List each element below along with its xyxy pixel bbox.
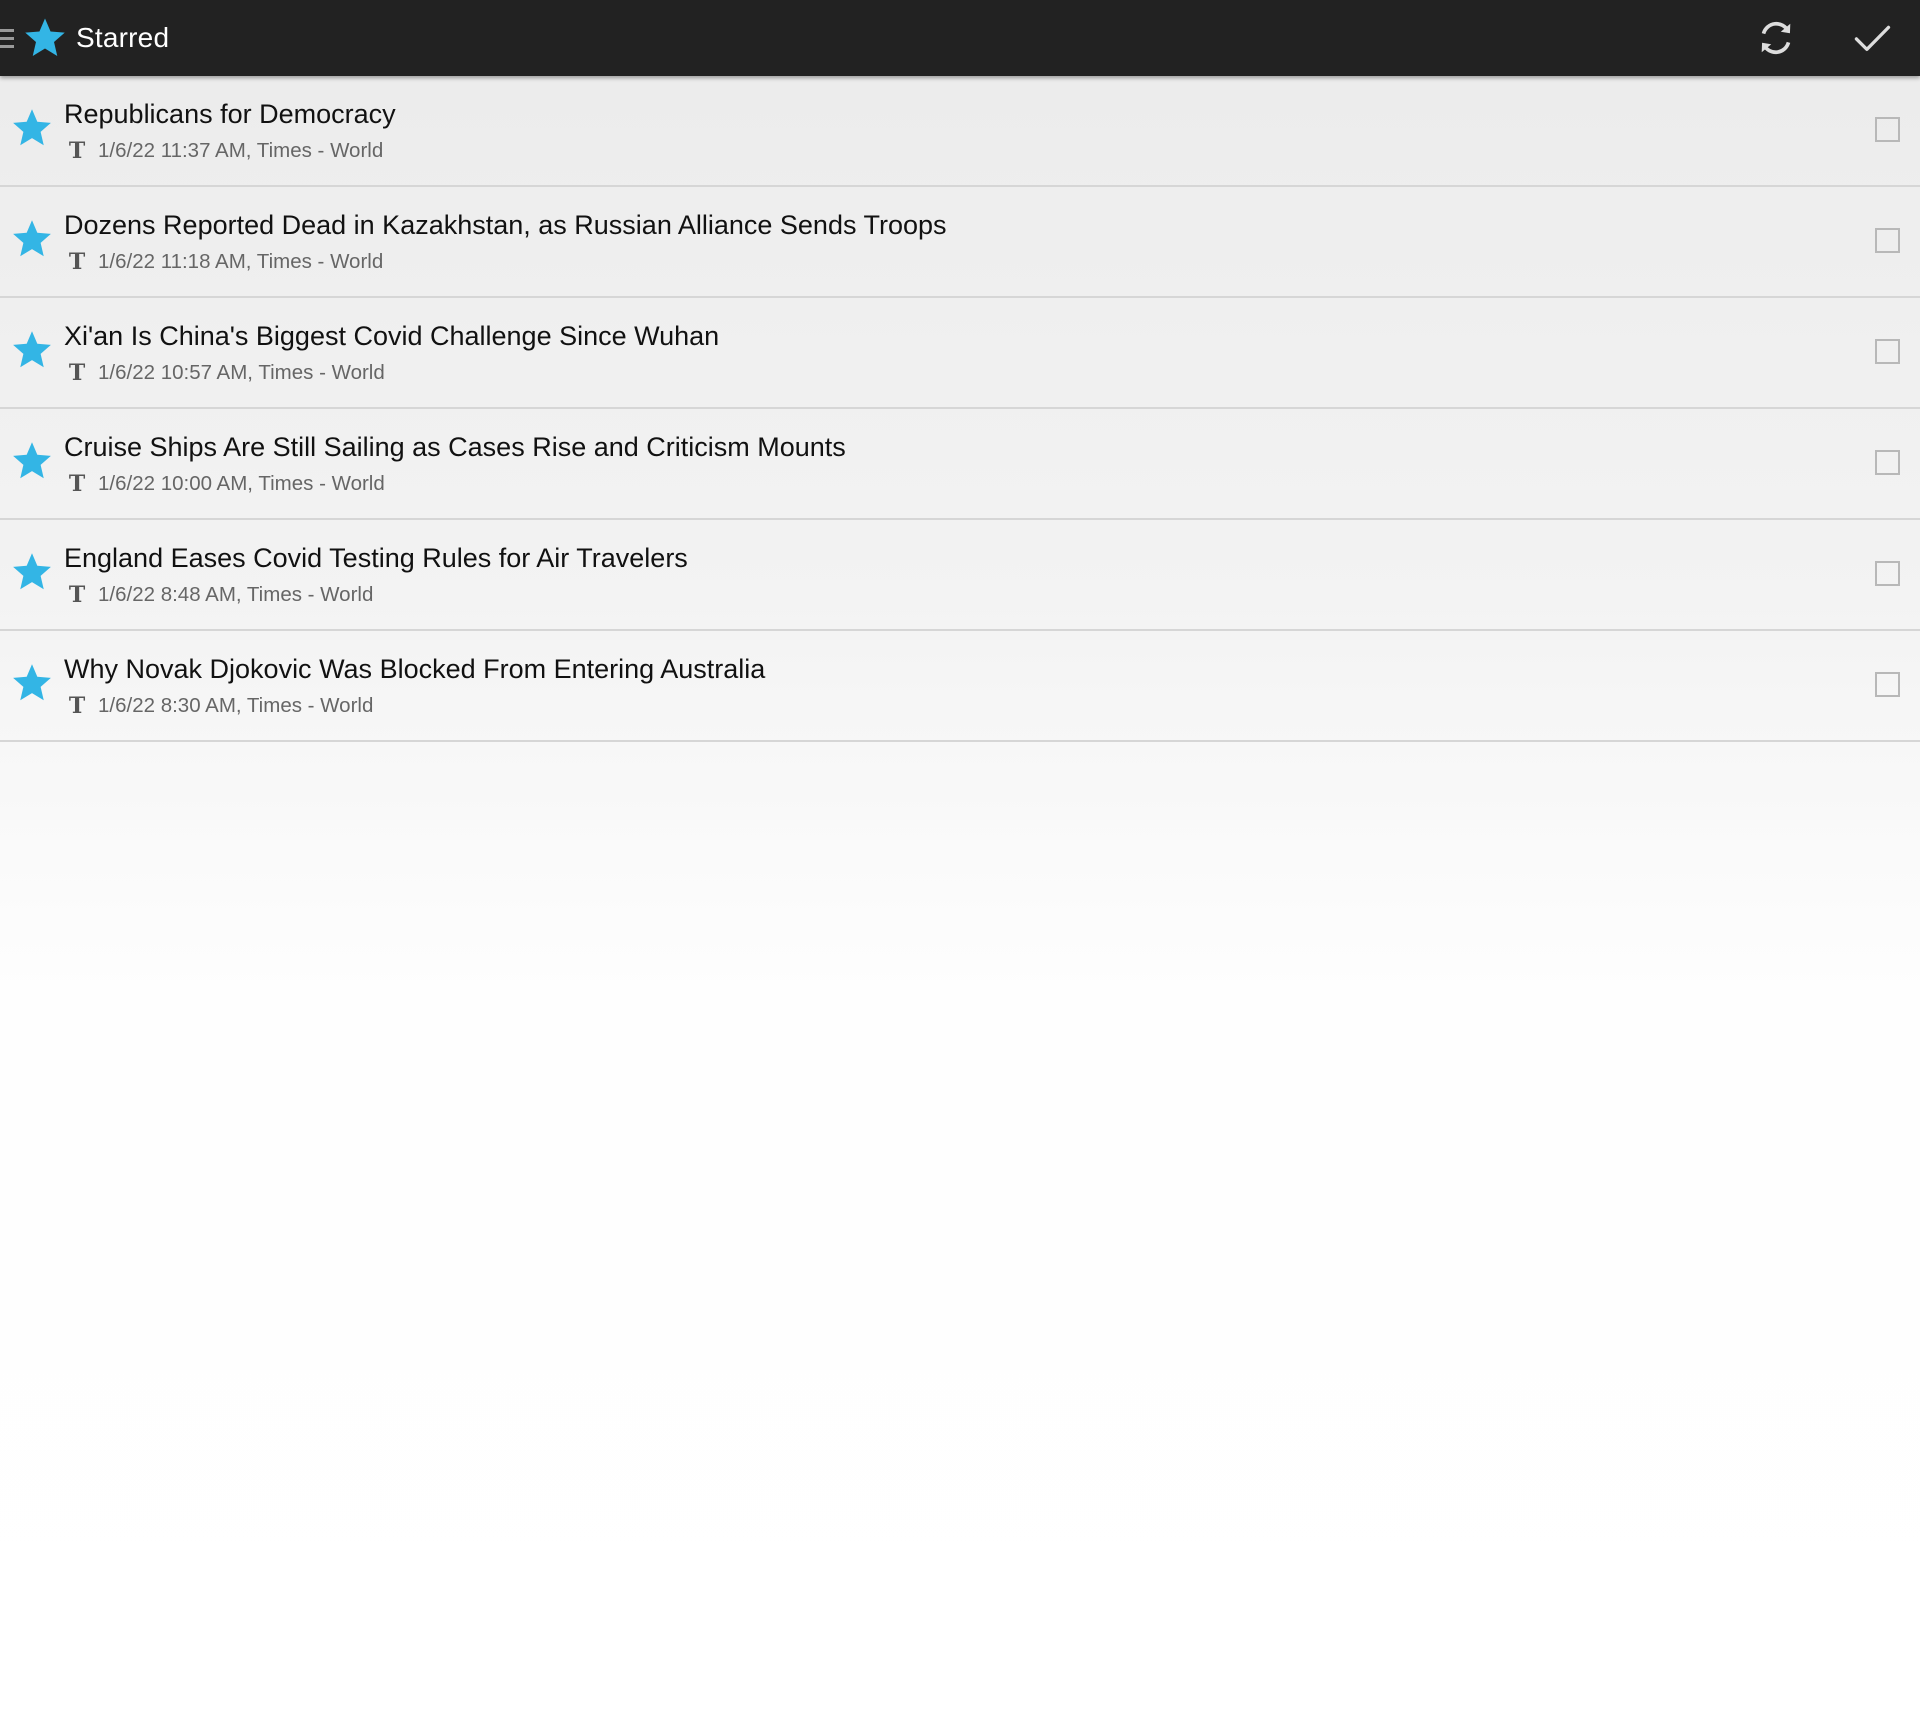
- article-meta: T 1/6/22 11:37 AM, Times - World: [66, 139, 383, 163]
- action-bar: Starred: [0, 0, 1920, 76]
- article-meta: T 1/6/22 8:48 AM, Times - World: [66, 582, 374, 608]
- refresh-button[interactable]: [1728, 0, 1824, 76]
- feed-icon: T: [68, 693, 86, 719]
- feed-icon: T: [68, 471, 86, 497]
- select-checkbox[interactable]: [1875, 228, 1900, 253]
- page-title: Starred: [76, 22, 170, 53]
- article-date-source: 1/6/22 11:18 AM, Times - World: [98, 250, 384, 273]
- star-icon[interactable]: [10, 328, 54, 372]
- article-meta: T 1/6/22 11:18 AM, Times - World: [66, 250, 383, 274]
- article-meta: T 1/6/22 8:30 AM, Times - World: [66, 693, 374, 719]
- article-title: Cruise Ships Are Still Sailing as Cases …: [64, 432, 846, 462]
- article-title: Why Novak Djokovic Was Blocked From Ente…: [64, 654, 766, 684]
- select-checkbox[interactable]: [1875, 339, 1900, 364]
- drawer-menu-icon[interactable]: [0, 0, 18, 76]
- article-row[interactable]: Xi'an Is China's Biggest Covid Challenge…: [0, 298, 1920, 409]
- article-row[interactable]: Cruise Ships Are Still Sailing as Cases …: [0, 409, 1920, 520]
- article-date-source: 1/6/22 8:30 AM, Times - World: [98, 694, 374, 717]
- article-title: England Eases Covid Testing Rules for Ai…: [64, 543, 688, 573]
- article-list: Republicans for Democracy T 1/6/22 11:37…: [0, 76, 1920, 742]
- article-title: Xi'an Is China's Biggest Covid Challenge…: [64, 321, 720, 351]
- star-icon[interactable]: [10, 661, 54, 705]
- feed-icon: T: [68, 582, 86, 608]
- starred-articles-screen: Starred Republicans for Democracy T 1/6/…: [0, 0, 1920, 1733]
- article-date-source: 1/6/22 11:37 AM, Times - World: [98, 139, 384, 162]
- star-icon[interactable]: [10, 439, 54, 483]
- article-title: Republicans for Democracy: [64, 99, 396, 129]
- article-row[interactable]: Why Novak Djokovic Was Blocked From Ente…: [0, 631, 1920, 742]
- refresh-icon: [1761, 21, 1791, 55]
- article-date-source: 1/6/22 10:00 AM, Times - World: [98, 472, 385, 495]
- feed-icon: T: [68, 360, 86, 386]
- article-meta: T 1/6/22 10:00 AM, Times - World: [66, 472, 385, 496]
- star-icon[interactable]: [10, 106, 54, 150]
- star-icon[interactable]: [10, 550, 54, 594]
- select-checkbox[interactable]: [1875, 117, 1900, 142]
- mark-read-button[interactable]: [1824, 0, 1920, 76]
- select-checkbox[interactable]: [1875, 561, 1900, 586]
- article-date-source: 1/6/22 10:57 AM, Times - World: [98, 361, 385, 384]
- action-bar-actions: [1728, 0, 1920, 76]
- star-icon[interactable]: [10, 217, 54, 261]
- checkmark-icon: [1854, 25, 1891, 52]
- article-title: Dozens Reported Dead in Kazakhstan, as R…: [64, 210, 947, 240]
- feed-icon: T: [68, 138, 86, 164]
- star-icon: [25, 18, 65, 57]
- article-row[interactable]: Republicans for Democracy T 1/6/22 11:37…: [0, 76, 1920, 187]
- article-meta: T 1/6/22 10:57 AM, Times - World: [66, 361, 385, 385]
- feed-icon: T: [68, 249, 86, 275]
- article-row[interactable]: Dozens Reported Dead in Kazakhstan, as R…: [0, 187, 1920, 298]
- select-checkbox[interactable]: [1875, 672, 1900, 697]
- article-date-source: 1/6/22 8:48 AM, Times - World: [98, 583, 374, 606]
- action-bar-home[interactable]: Starred: [18, 0, 169, 76]
- select-checkbox[interactable]: [1875, 450, 1900, 475]
- article-row[interactable]: England Eases Covid Testing Rules for Ai…: [0, 520, 1920, 631]
